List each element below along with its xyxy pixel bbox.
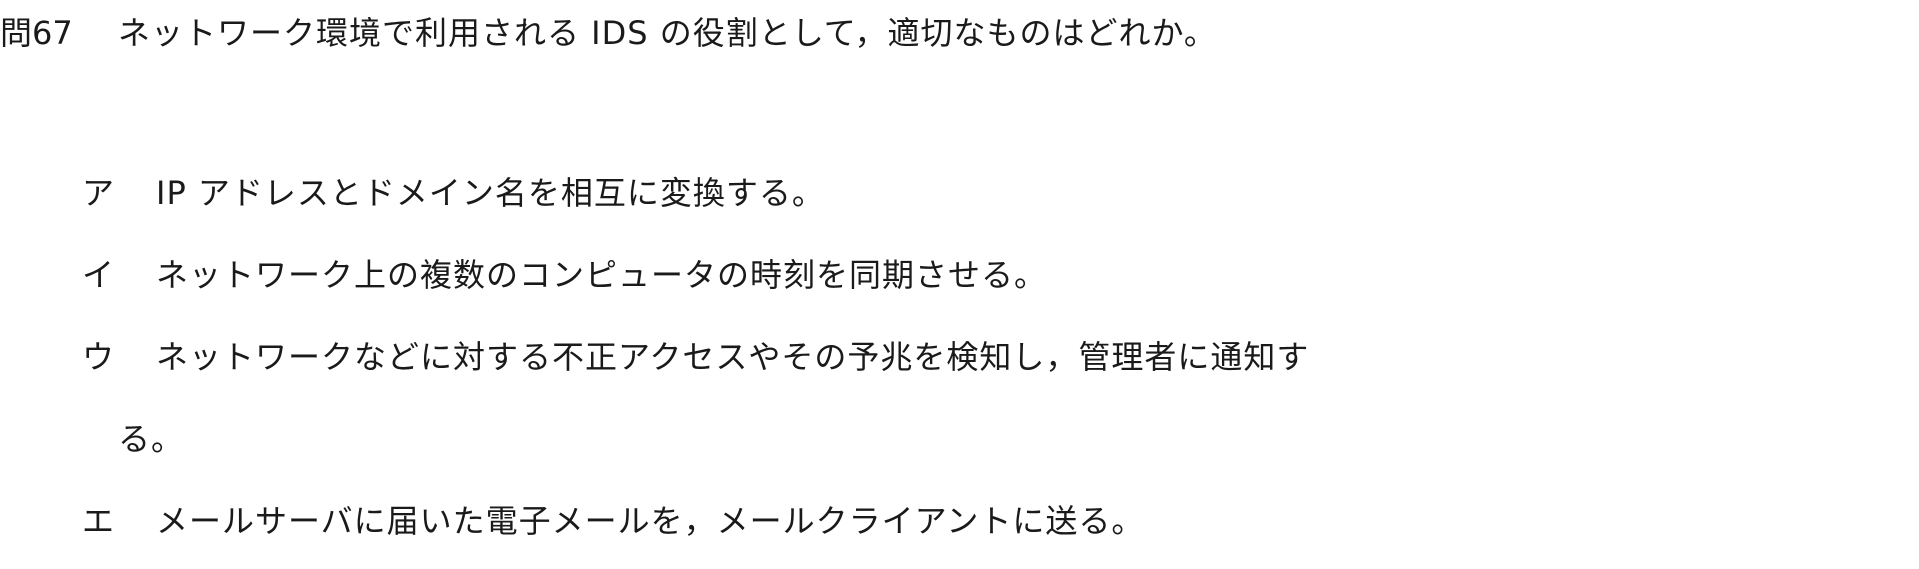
choice-label: イ <box>82 256 116 294</box>
choice-text: ネットワークなどに対する不正アクセスやその予兆を検知し，管理者に通知す <box>156 338 1310 376</box>
choice-text: IP アドレスとドメイン名を相互に変換する。 <box>156 174 825 212</box>
question-number: 問67 <box>0 14 73 52</box>
choice-c: ウ ネットワークなどに対する不正アクセスやその予兆を検知し，管理者に通知す <box>82 332 1309 378</box>
question-stem: 問67 ネットワーク環境で利用される IDS の役割として，適切なものはどれか。 <box>0 8 1217 52</box>
exam-question-page: 問67 ネットワーク環境で利用される IDS の役割として，適切なものはどれか。… <box>0 0 1919 569</box>
choice-text: メールサーバに届いた電子メールを，メールクライアントに送る。 <box>156 502 1145 540</box>
choice-c-continuation: る。 <box>118 420 185 458</box>
choice-label: エ <box>82 502 116 540</box>
choice-b: イ ネットワーク上の複数のコンピュータの時刻を同期させる。 <box>82 250 1047 296</box>
choice-label: ウ <box>82 338 116 376</box>
choice-d: エ メールサーバに届いた電子メールを，メールクライアントに送る。 <box>82 496 1144 542</box>
choice-label: ア <box>82 174 116 212</box>
choice-a: ア IP アドレスとドメイン名を相互に変換する。 <box>82 168 825 214</box>
question-text: ネットワーク環境で利用される IDS の役割として，適切なものはどれか。 <box>118 14 1217 52</box>
choice-text: ネットワーク上の複数のコンピュータの時刻を同期させる。 <box>156 256 1048 294</box>
